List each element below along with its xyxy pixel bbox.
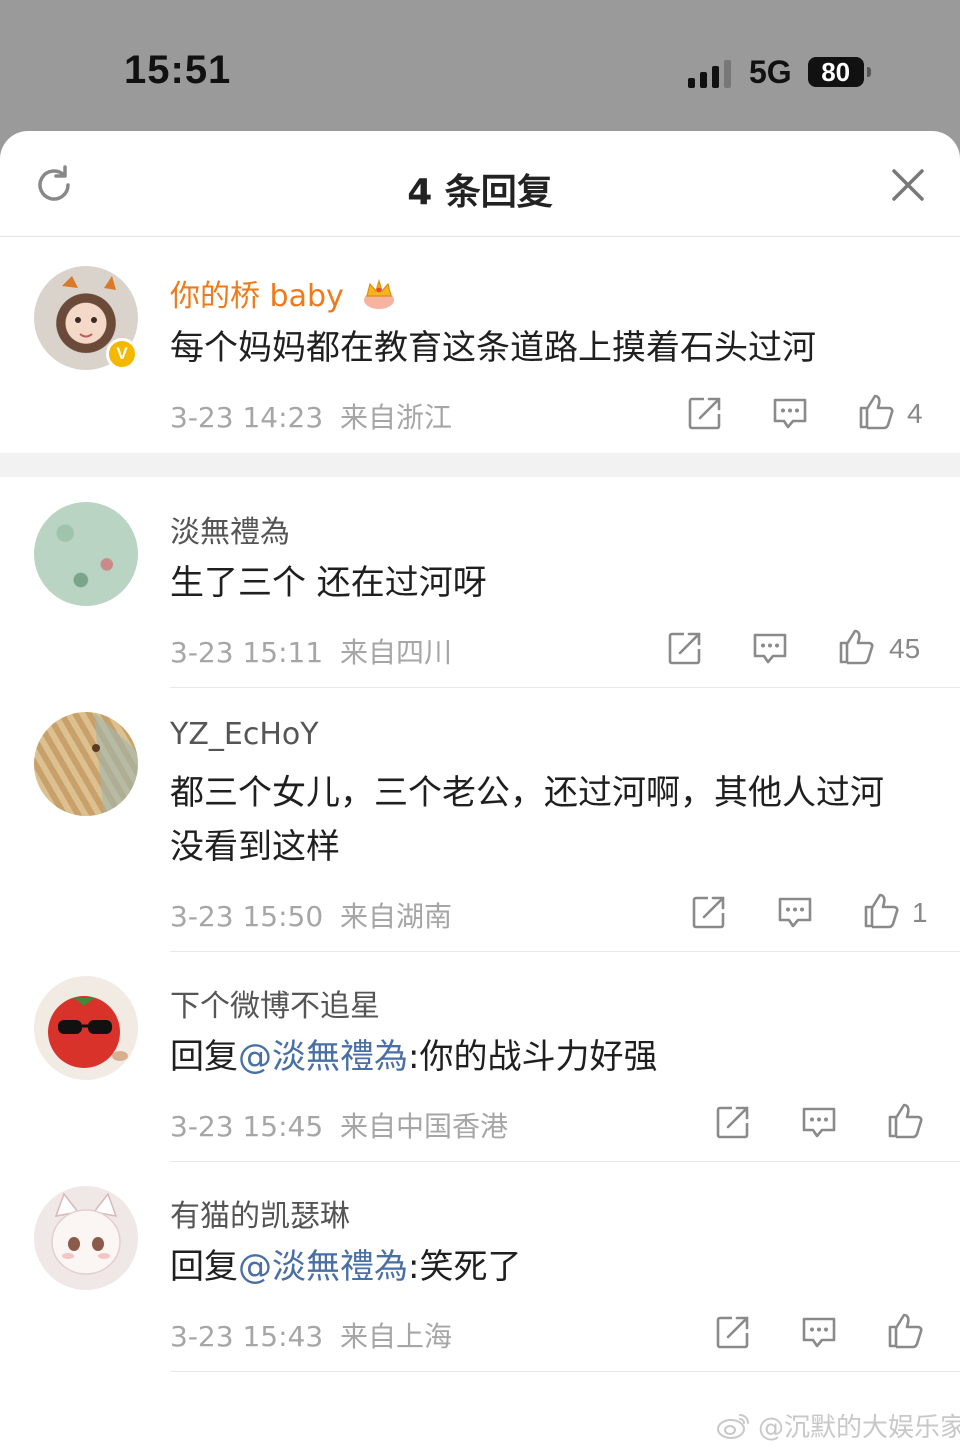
comment-text: 生了三个 还在过河呀 (170, 563, 487, 603)
like-icon[interactable] (885, 1101, 923, 1139)
comment-location: 来自浙江 (340, 401, 453, 434)
comment-icon[interactable] (751, 629, 789, 667)
share-icon[interactable] (714, 1313, 752, 1351)
username[interactable]: YZ_EcHoY (170, 717, 319, 752)
verified-badge: V (106, 338, 138, 370)
network-type: 5G (749, 53, 792, 90)
comment-meta: 3-23 15:45 来自中国香港 (170, 1105, 508, 1145)
share-icon[interactable] (666, 629, 704, 667)
weibo-logo (717, 1413, 749, 1439)
status-time: 15:51 (124, 48, 232, 92)
battery-icon: 80 (807, 56, 871, 87)
comment-icon[interactable] (800, 1313, 838, 1351)
sheet-header: 4 条回复 (0, 131, 960, 237)
reply-body: :笑死了 (408, 1247, 522, 1287)
username[interactable]: 下个微博不追星 (170, 981, 380, 1025)
watermark-text: @沉默的大娱乐家 (758, 1413, 960, 1443)
avatar-image (51, 1192, 121, 1275)
comment-time: 3-23 15:45 (170, 1110, 324, 1143)
like-count: 1 (912, 897, 928, 928)
comment-time: 3-23 15:11 (170, 636, 324, 669)
comment-time: 3-23 14:23 (170, 401, 324, 434)
divider (170, 1371, 960, 1372)
avatar[interactable] (34, 1186, 138, 1290)
comment-location: 来自四川 (340, 636, 453, 669)
avatar-image (92, 712, 138, 816)
username[interactable]: 有猫的凯瑟琳 (170, 1191, 350, 1235)
reply-prefix: 回复 (170, 1247, 238, 1287)
like-icon[interactable] (861, 891, 899, 929)
comment-location: 来自上海 (340, 1320, 453, 1353)
like-icon[interactable] (856, 392, 894, 430)
username[interactable]: 你的桥 baby (170, 271, 397, 315)
comment-meta: 3-23 15:43 来自上海 (170, 1315, 452, 1355)
avatar[interactable] (34, 502, 138, 606)
share-icon[interactable] (690, 893, 728, 931)
divider (170, 687, 960, 688)
sheet-title: 4 条回复 (407, 172, 553, 213)
comment-time: 3-23 15:50 (170, 900, 324, 933)
comment-text: 每个妈妈都在教育这条道路上摸着石头过河 (170, 328, 816, 368)
avatar-image (48, 996, 128, 1068)
crown-icon (364, 278, 395, 309)
username-text: 你的桥 baby (170, 279, 344, 314)
status-bar: 15:51 5G 80 (0, 0, 960, 135)
like-icon[interactable] (885, 1311, 923, 1349)
comment-text: 回复@淡無禮為:笑死了 (170, 1240, 910, 1294)
comment-text: 回复@淡無禮為:你的战斗力好强 (170, 1030, 910, 1084)
comment-meta: 3-23 15:50 来自湖南 (170, 895, 452, 935)
like-count: 45 (889, 633, 921, 664)
like-count: 4 (907, 398, 923, 429)
comment-meta: 3-23 15:11 来自四川 (170, 631, 452, 671)
share-icon[interactable] (714, 1103, 752, 1141)
section-separator (0, 453, 960, 477)
comment-icon[interactable] (771, 394, 809, 432)
share-icon[interactable] (686, 394, 724, 432)
replies-sheet: 4 条回复 V 你的桥 baby 每个妈妈都在教育这条道路上摸着石头过河 3-2… (0, 131, 960, 1448)
comment-time: 3-23 15:43 (170, 1320, 324, 1353)
mention-link[interactable]: @淡無禮為 (238, 1247, 408, 1287)
close-icon[interactable] (886, 163, 930, 207)
comment-location: 来自湖南 (340, 900, 453, 933)
like-icon[interactable] (836, 627, 874, 665)
comment-icon[interactable] (776, 893, 814, 931)
mention-link[interactable]: @淡無禮為 (238, 1037, 408, 1077)
reply-prefix: 回复 (170, 1037, 238, 1077)
divider (170, 1161, 960, 1162)
signal-icon (688, 56, 731, 88)
battery-level: 80 (821, 56, 851, 87)
comment-location: 来自中国香港 (340, 1110, 509, 1143)
avatar[interactable] (34, 712, 138, 816)
reply-body: :你的战斗力好强 (408, 1037, 658, 1077)
avatar[interactable] (34, 976, 138, 1080)
username[interactable]: 淡無禮為 (170, 507, 290, 551)
watermark: @沉默的大娱乐家 (716, 1407, 960, 1444)
comment-meta: 3-23 14:23 来自浙江 (170, 396, 452, 436)
status-indicators: 5G 80 (688, 52, 871, 92)
divider (170, 951, 960, 952)
comment-text: 都三个女儿，三个老公，还过河啊，其他人过河没看到这样 (170, 773, 884, 867)
comment-icon[interactable] (800, 1103, 838, 1141)
